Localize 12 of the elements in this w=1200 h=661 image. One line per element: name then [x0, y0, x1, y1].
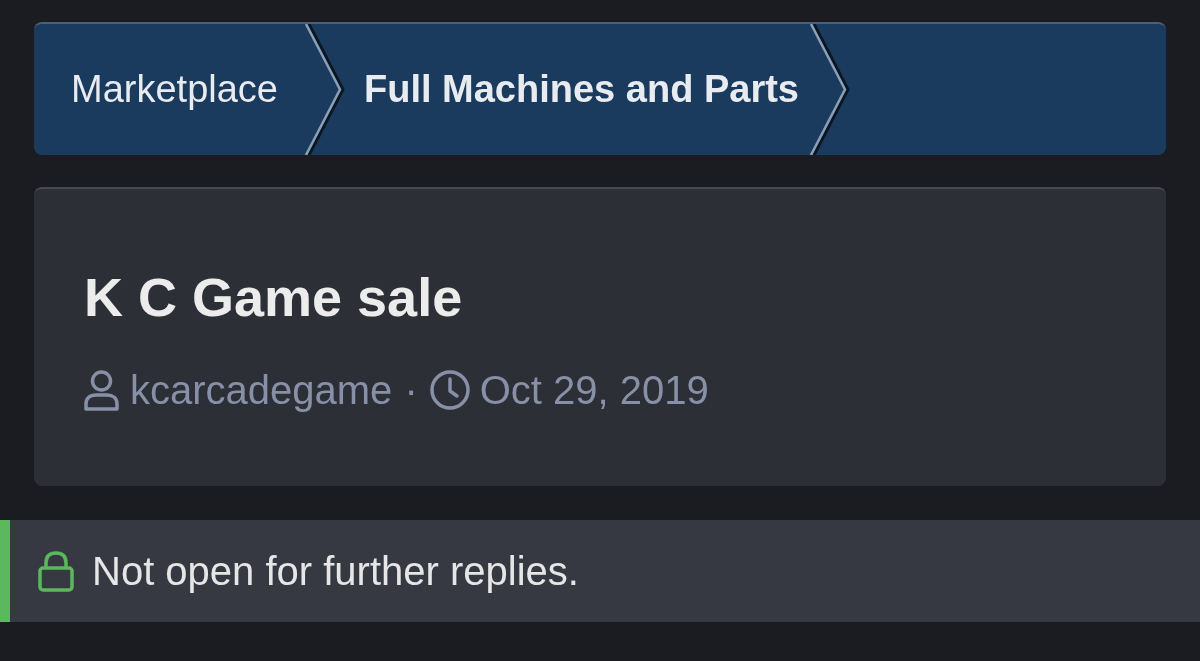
notice-text: Not open for further replies. [92, 548, 579, 595]
breadcrumb-link[interactable]: Marketplace [34, 24, 304, 155]
chevron-separator-icon [304, 24, 346, 155]
post-date-link[interactable]: Oct 29, 2019 [479, 366, 709, 414]
user-icon [84, 369, 119, 411]
clock-icon [429, 370, 470, 410]
author-link[interactable]: kcarcadegame [130, 366, 393, 414]
chevron-separator-icon [809, 24, 851, 155]
meta-separator: · [404, 367, 418, 414]
breadcrumb-link[interactable]: Full Machines and Parts [346, 24, 809, 155]
lock-icon [38, 550, 74, 592]
thread-title: K C Game sale [84, 266, 464, 329]
